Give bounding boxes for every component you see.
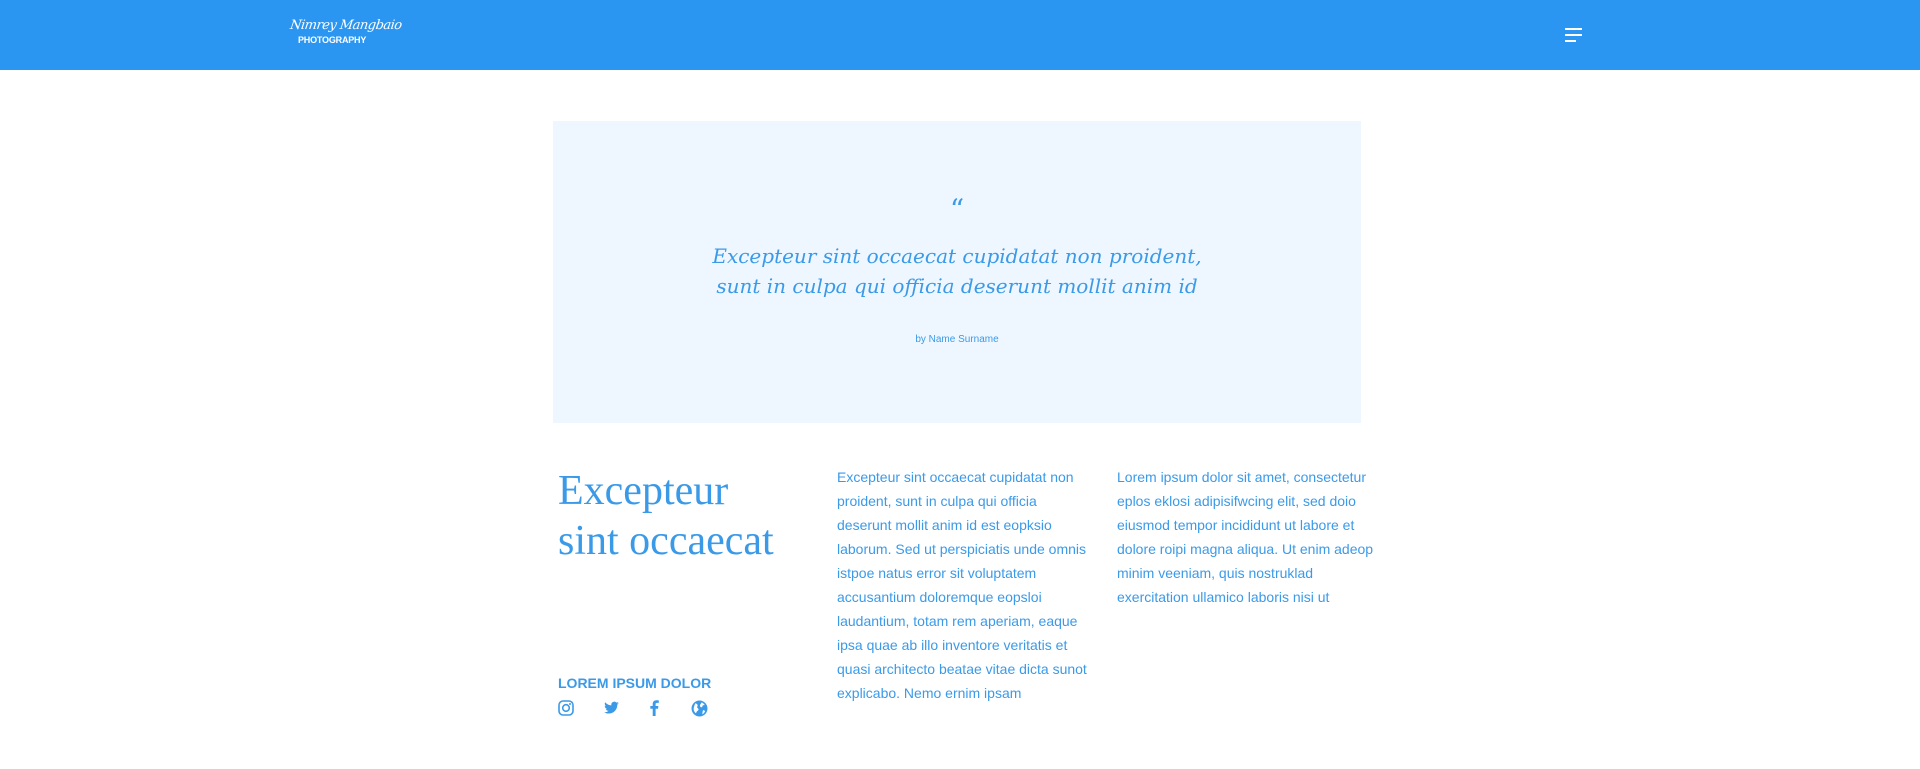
top-navigation-bar: Nimrey Mangbaio PHOTOGRAPHY	[0, 0, 1920, 70]
facebook-link[interactable]	[648, 700, 666, 718]
twitter-link[interactable]	[603, 700, 621, 718]
social-title: LOREM IPSUM DOLOR	[558, 675, 712, 691]
feature-heading-line-1: Excepteur	[558, 468, 729, 514]
facebook-icon	[650, 700, 659, 716]
quote-line-1: Excepteur sint occaecat cupidatat non pr…	[712, 244, 1202, 268]
globe-link[interactable]	[691, 700, 709, 718]
site-logo[interactable]: Nimrey Mangbaio PHOTOGRAPHY	[289, 18, 403, 58]
logo-subtitle: PHOTOGRAPHY	[298, 35, 367, 45]
instagram-link[interactable]	[558, 700, 576, 718]
quote-line-2: sunt in culpa qui officia deserunt molli…	[716, 274, 1198, 298]
testimonial-quote-box: “ Excepteur sint occaecat cupidatat non …	[553, 121, 1361, 423]
instagram-icon	[558, 700, 574, 716]
quote-mark-icon: “	[949, 193, 965, 226]
menu-button[interactable]	[1556, 26, 1582, 46]
quote-text: Excepteur sint occaecat cupidatat non pr…	[553, 241, 1361, 301]
twitter-icon	[604, 701, 619, 714]
feature-heading-line-2: sint occaecat	[558, 518, 774, 564]
globe-icon	[691, 700, 708, 717]
hamburger-menu-icon	[1565, 28, 1582, 42]
feature-heading: Excepteur sint occaecat	[558, 466, 808, 566]
logo-signature: Nimrey Mangbaio	[289, 18, 403, 33]
quote-author: by Name Surname	[915, 334, 999, 345]
text-column-1: Excepteur sint occaecat cupidatat non pr…	[837, 469, 1087, 701]
text-column-2: Lorem ipsum dolor sit amet, consectetur …	[1117, 469, 1374, 605]
